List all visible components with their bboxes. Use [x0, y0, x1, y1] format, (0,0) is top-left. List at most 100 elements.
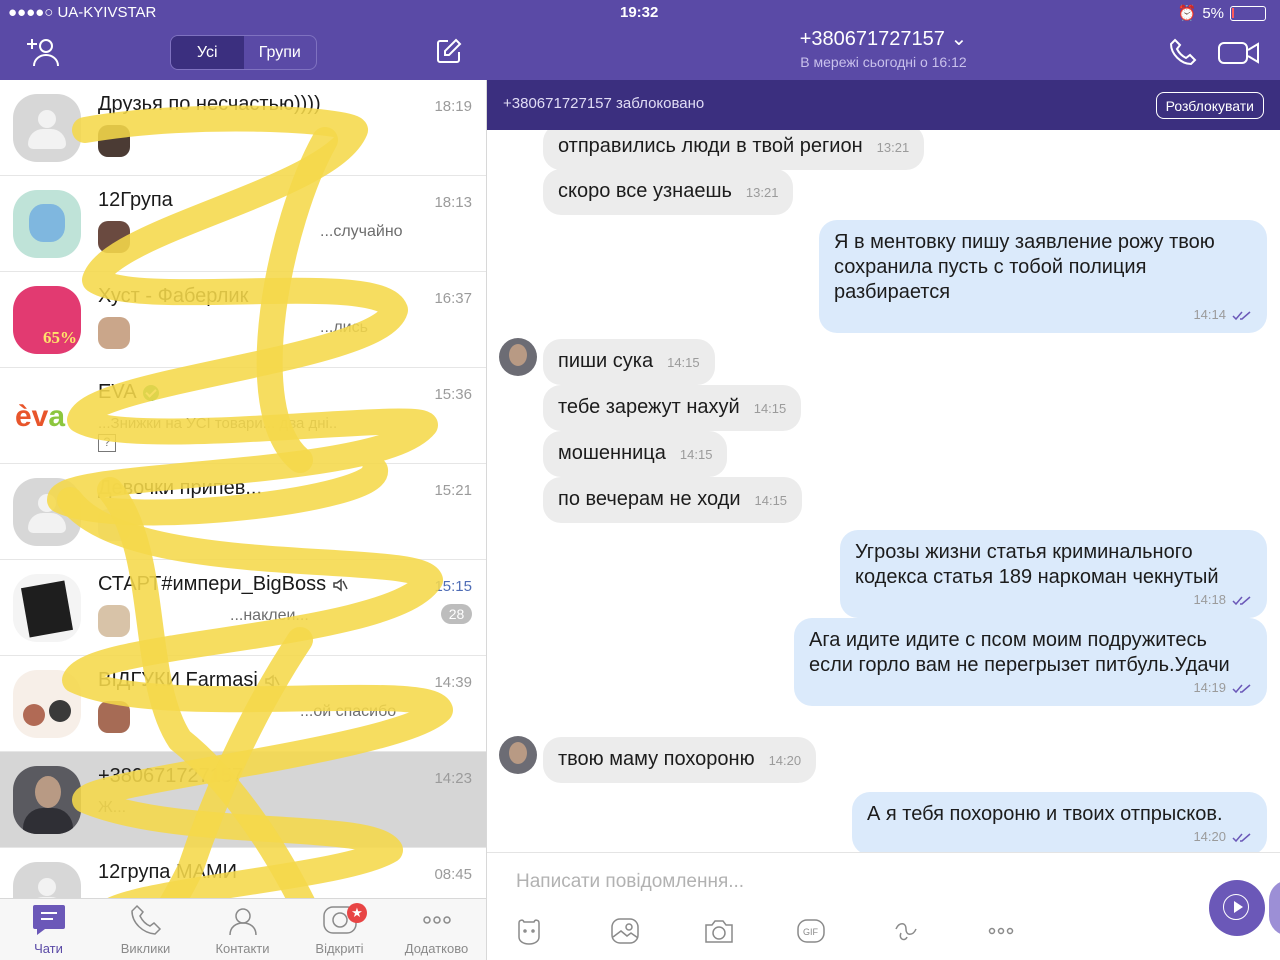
message-text: отправились люди в твой регион [558, 135, 863, 157]
message-bubble-incoming[interactable]: мошенница 14:15 [543, 431, 728, 477]
chat-avatar [13, 670, 81, 738]
chat-preview: Ж... [98, 799, 127, 816]
add-contact-icon[interactable] [24, 36, 62, 68]
chat-time: 15:15 [434, 578, 472, 595]
tab-contacts[interactable]: Контакти [194, 903, 291, 956]
tab-all[interactable]: Усі [171, 36, 244, 69]
message-bubble-incoming[interactable]: тебе зарежут нахуй 14:15 [543, 385, 802, 431]
phone-call-icon[interactable] [1169, 38, 1197, 66]
gif-icon[interactable]: GIF [795, 915, 827, 947]
verified-icon [142, 384, 159, 401]
chat-list-header: ●●●●○ UA-KYIVSTAR Усі Групи [0, 0, 487, 80]
chat-row[interactable]: Друзья по несчастью)))) 18:19 [0, 80, 486, 176]
tab-public-chats[interactable]: ★ Відкриті [291, 903, 388, 956]
group-avatar-icon [13, 478, 81, 546]
sticker-icon[interactable] [513, 915, 545, 947]
unblock-button[interactable]: Розблокувати [1155, 92, 1264, 119]
conversation-title[interactable]: +380671727157 ⌄ [487, 26, 1280, 51]
sender-avatar [98, 509, 130, 541]
more-options-icon[interactable] [985, 915, 1017, 947]
bottom-tab-bar: Чати Виклики Контакти ★ Відкриті Додатко… [0, 898, 487, 960]
chat-row[interactable]: ВІДГУКИ Farmasi 14:39 ...ой спасибо [0, 656, 486, 752]
chat-row[interactable]: СТАРТ#импери_BigBoss 15:15 ...наклеи... … [0, 560, 486, 656]
video-call-icon[interactable] [1217, 40, 1261, 66]
gallery-icon[interactable] [609, 915, 641, 947]
sender-avatar [98, 701, 130, 733]
message-time: 14:15 [667, 355, 700, 370]
message-text: А я тебя похороню и твоих отпрысков. [867, 803, 1223, 825]
battery-label: 5% [1202, 4, 1224, 22]
message-meta: 14:18 [855, 592, 1252, 608]
chat-row[interactable]: Девочки припев... 15:21 [0, 464, 486, 560]
tab-chats-label: Чати [34, 941, 63, 956]
chat-name: 12група МАМИ [98, 861, 237, 883]
unread-badge: 28 [441, 604, 472, 624]
chat-name: Друзья по несчастью)))) [98, 93, 321, 115]
sender-avatar[interactable] [499, 736, 537, 774]
message-meta: 14:20 [867, 829, 1252, 845]
tab-more[interactable]: Додатково [388, 903, 485, 956]
message-bubble-incoming[interactable]: твою маму похороню 14:20 [543, 737, 817, 783]
doodle-icon[interactable] [891, 915, 923, 947]
message-bubble-incoming[interactable]: по вечерам не ходи 14:15 [543, 477, 803, 523]
message-bubble-outgoing[interactable]: Я в ментовку пишу заявление рожу твою со… [819, 220, 1267, 333]
send-voice-button[interactable] [1209, 880, 1265, 936]
phone-icon [130, 904, 161, 935]
tab-public-chats-label: Відкриті [315, 941, 364, 956]
chat-time: 18:19 [434, 98, 472, 115]
sender-avatar[interactable] [499, 338, 537, 376]
unknown-media-icon: ? [98, 434, 116, 452]
chat-name: Хуст - Фаберлик [98, 285, 249, 307]
chat-preview: ...ой спасибо [300, 703, 397, 720]
chat-time: 15:36 [434, 386, 472, 403]
chat-row-selected[interactable]: +380671727157 14:23 Ж... [0, 752, 486, 848]
message-text: скоро все узнаешь [558, 180, 732, 202]
read-ticks-icon [1232, 310, 1251, 320]
message-thread: отправились люди в твой регион 13:21 скор… [487, 130, 1280, 852]
compose-icon[interactable] [436, 38, 462, 64]
read-ticks-icon [1232, 595, 1251, 605]
tab-calls-label: Виклики [120, 941, 171, 956]
chat-preview: ...лись [320, 319, 368, 336]
chat-row[interactable]: 12Група 18:13 ...случайно [0, 176, 486, 272]
camera-icon[interactable] [703, 915, 735, 947]
tab-calls[interactable]: Виклики [97, 903, 194, 956]
blocked-banner: +380671727157 заблоковано Розблокувати [487, 80, 1280, 130]
chat-name: 12Група [98, 189, 173, 211]
message-time: 14:20 [768, 753, 802, 768]
message-bubble-incoming[interactable]: пиши сука 14:15 [543, 339, 715, 385]
chat-name: EVA [98, 381, 159, 404]
mute-icon [333, 578, 348, 592]
chat-avatar: 65% [13, 286, 81, 354]
conversation-header: 19:32 ⏰ 5% +380671727157 ⌄ В мережі сьог… [487, 0, 1280, 80]
message-bubble-outgoing[interactable]: А я тебя похороню и твоих отпрысков. 14:… [852, 792, 1267, 852]
chat-row[interactable]: èva EVA 15:36 ...Знижки на УСІ товари...… [0, 368, 486, 464]
message-composer: Написати повідомлення... GIF [487, 852, 1280, 960]
tab-chats[interactable]: Чати [0, 903, 97, 956]
chat-filter-segment[interactable]: Усі Групи [170, 35, 317, 70]
chat-name-text: EVA [98, 381, 137, 403]
message-text: пиши сука [558, 350, 654, 372]
chat-row[interactable]: 12група МАМИ 08:45 [0, 848, 486, 898]
message-bubble-outgoing[interactable]: Ага идите идите с псом моим подружитесь … [794, 618, 1267, 706]
message-bubble-incoming[interactable]: отправились люди в твой регион 13:21 [543, 130, 925, 170]
read-ticks-icon [1232, 683, 1251, 693]
message-bubble-incoming[interactable]: скоро все узнаешь 13:21 [543, 169, 794, 215]
message-meta: 14:19 [809, 680, 1252, 696]
message-time: 14:18 [1193, 592, 1226, 607]
message-text: твою маму похороню [558, 748, 755, 770]
message-input[interactable]: Написати повідомлення... [516, 871, 744, 893]
tab-groups[interactable]: Групи [244, 36, 317, 69]
message-time: 14:14 [1193, 307, 1226, 322]
chat-name: СТАРТ#импери_BigBoss [98, 573, 348, 596]
message-text: мошенница [558, 442, 666, 464]
sender-avatar [98, 605, 130, 637]
svg-text:GIF: GIF [803, 927, 819, 937]
contact-avatar [13, 766, 81, 834]
tab-contacts-label: Контакти [215, 941, 270, 956]
message-time: 14:20 [1193, 829, 1226, 844]
chat-row[interactable]: 65% Хуст - Фаберлик 16:37 ...лись [0, 272, 486, 368]
chat-name-text: ВІДГУКИ Farmasi [98, 669, 258, 691]
message-bubble-outgoing[interactable]: Угрозы жизни статья криминального кодекс… [840, 530, 1267, 618]
message-text: тебе зарежут нахуй [558, 396, 740, 418]
